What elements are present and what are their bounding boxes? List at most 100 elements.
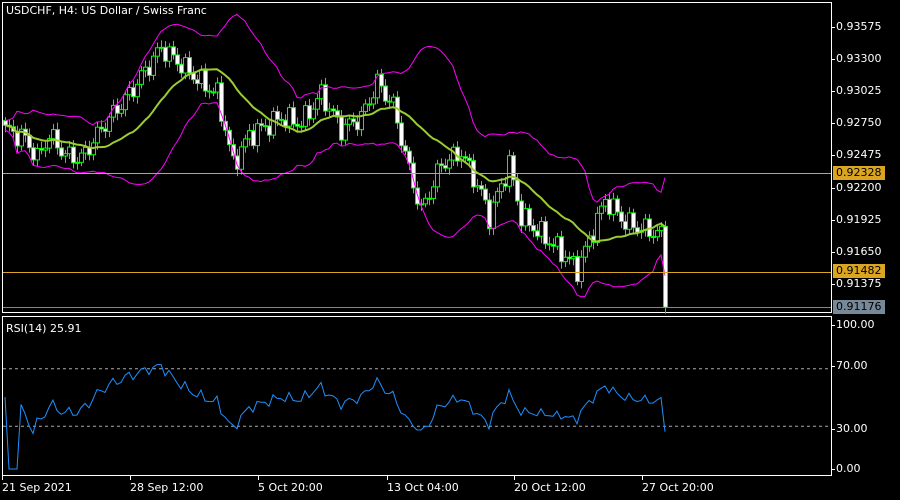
candle-body [71, 146, 76, 164]
candle-body [651, 235, 656, 238]
candle-body [147, 66, 152, 76]
price-tick: 0.92200 [836, 181, 882, 194]
candle-body [427, 197, 432, 200]
candle-body [527, 208, 532, 227]
candle-body [623, 220, 628, 230]
candle-body [247, 130, 252, 140]
candle-body [655, 230, 660, 238]
candle-body [447, 159, 452, 169]
candle-body [39, 148, 44, 151]
candle-body [567, 256, 572, 260]
candle-body [535, 230, 540, 237]
candle-body [423, 197, 428, 205]
bid-price-tag: 0.91176 [833, 300, 885, 314]
candle-body [59, 147, 64, 157]
candle-body [15, 130, 20, 147]
candle-body [179, 63, 184, 74]
candle-body [287, 107, 292, 127]
candle-body [627, 212, 632, 230]
candle-body [603, 198, 608, 207]
candle-body [515, 179, 520, 202]
candle-body [327, 108, 332, 112]
candle-body [51, 129, 56, 140]
candle-body [571, 255, 576, 260]
candle-body [127, 87, 132, 96]
price-line-tag: 0.92328 [833, 166, 885, 180]
candle-body [295, 123, 300, 127]
candle-body [523, 208, 528, 227]
candle-body [263, 125, 268, 128]
candle-body [283, 119, 288, 127]
candle-body [303, 105, 308, 127]
candle-body [299, 125, 304, 128]
candle-body [355, 121, 360, 131]
candle-body [99, 126, 104, 130]
candle-body [251, 130, 256, 147]
candle-body [207, 90, 212, 93]
candle-body [187, 57, 192, 74]
candle-body [195, 79, 200, 85]
candle-body [323, 84, 328, 112]
candle-body [339, 116, 344, 141]
price-line-tag: 0.91482 [833, 264, 885, 278]
rsi-tick: 0.00 [836, 462, 861, 475]
candle-body [171, 46, 176, 56]
candle-body [519, 200, 524, 227]
candle-body [123, 94, 128, 111]
candle-body [259, 123, 264, 127]
rsi-panel-frame [2, 316, 832, 476]
candle-body [255, 123, 260, 147]
candle-body [139, 70, 144, 85]
price-tick: 0.91650 [836, 245, 882, 258]
candle-body [611, 198, 616, 215]
candle-body [43, 147, 48, 151]
candle-body [507, 155, 512, 187]
candle-body [347, 118, 352, 125]
price-tick: 0.93575 [836, 20, 882, 33]
candle-body [63, 153, 68, 157]
candle-body [83, 146, 88, 154]
candle-body [95, 126, 100, 144]
candle-body [351, 118, 356, 123]
candle-body [35, 148, 40, 161]
candle-body [659, 225, 664, 232]
candle-body [439, 163, 444, 167]
main-panel-frame [2, 2, 832, 313]
candle-body [267, 125, 272, 136]
price-tick: 0.91925 [836, 213, 882, 226]
candle-body [495, 191, 500, 203]
candle-body [379, 73, 384, 87]
candle-body [331, 108, 336, 112]
candle-body [271, 110, 276, 136]
candle-body [599, 205, 604, 214]
candle-body [199, 69, 204, 85]
candle-body [155, 47, 160, 57]
candle-body [631, 212, 636, 229]
candle-body [151, 55, 156, 76]
candle-body [399, 122, 404, 147]
candle-body [131, 87, 136, 98]
rsi-label: RSI(14) 25.91 [6, 322, 82, 335]
candle-body [367, 103, 372, 106]
candle-body [239, 146, 244, 170]
time-tick: 20 Oct 12:00 [514, 481, 586, 494]
candle-body [143, 66, 148, 72]
candle-body [663, 225, 668, 308]
candle-body [75, 161, 80, 164]
candle-body [551, 244, 556, 247]
candle-body [275, 110, 280, 120]
price-chart[interactable] [0, 0, 900, 500]
candle-body [243, 138, 248, 148]
candle-body [387, 100, 392, 103]
candle-body [467, 157, 472, 162]
candle-body [391, 96, 396, 103]
rsi-tick: 70.00 [836, 359, 868, 372]
candle-body [211, 91, 216, 94]
candle-body [463, 156, 468, 159]
candle-body [443, 165, 448, 169]
candle-body [119, 109, 124, 114]
candle-body [547, 243, 552, 246]
candle-body [531, 225, 536, 232]
candle-body [575, 255, 580, 283]
candle-body [479, 185, 484, 190]
